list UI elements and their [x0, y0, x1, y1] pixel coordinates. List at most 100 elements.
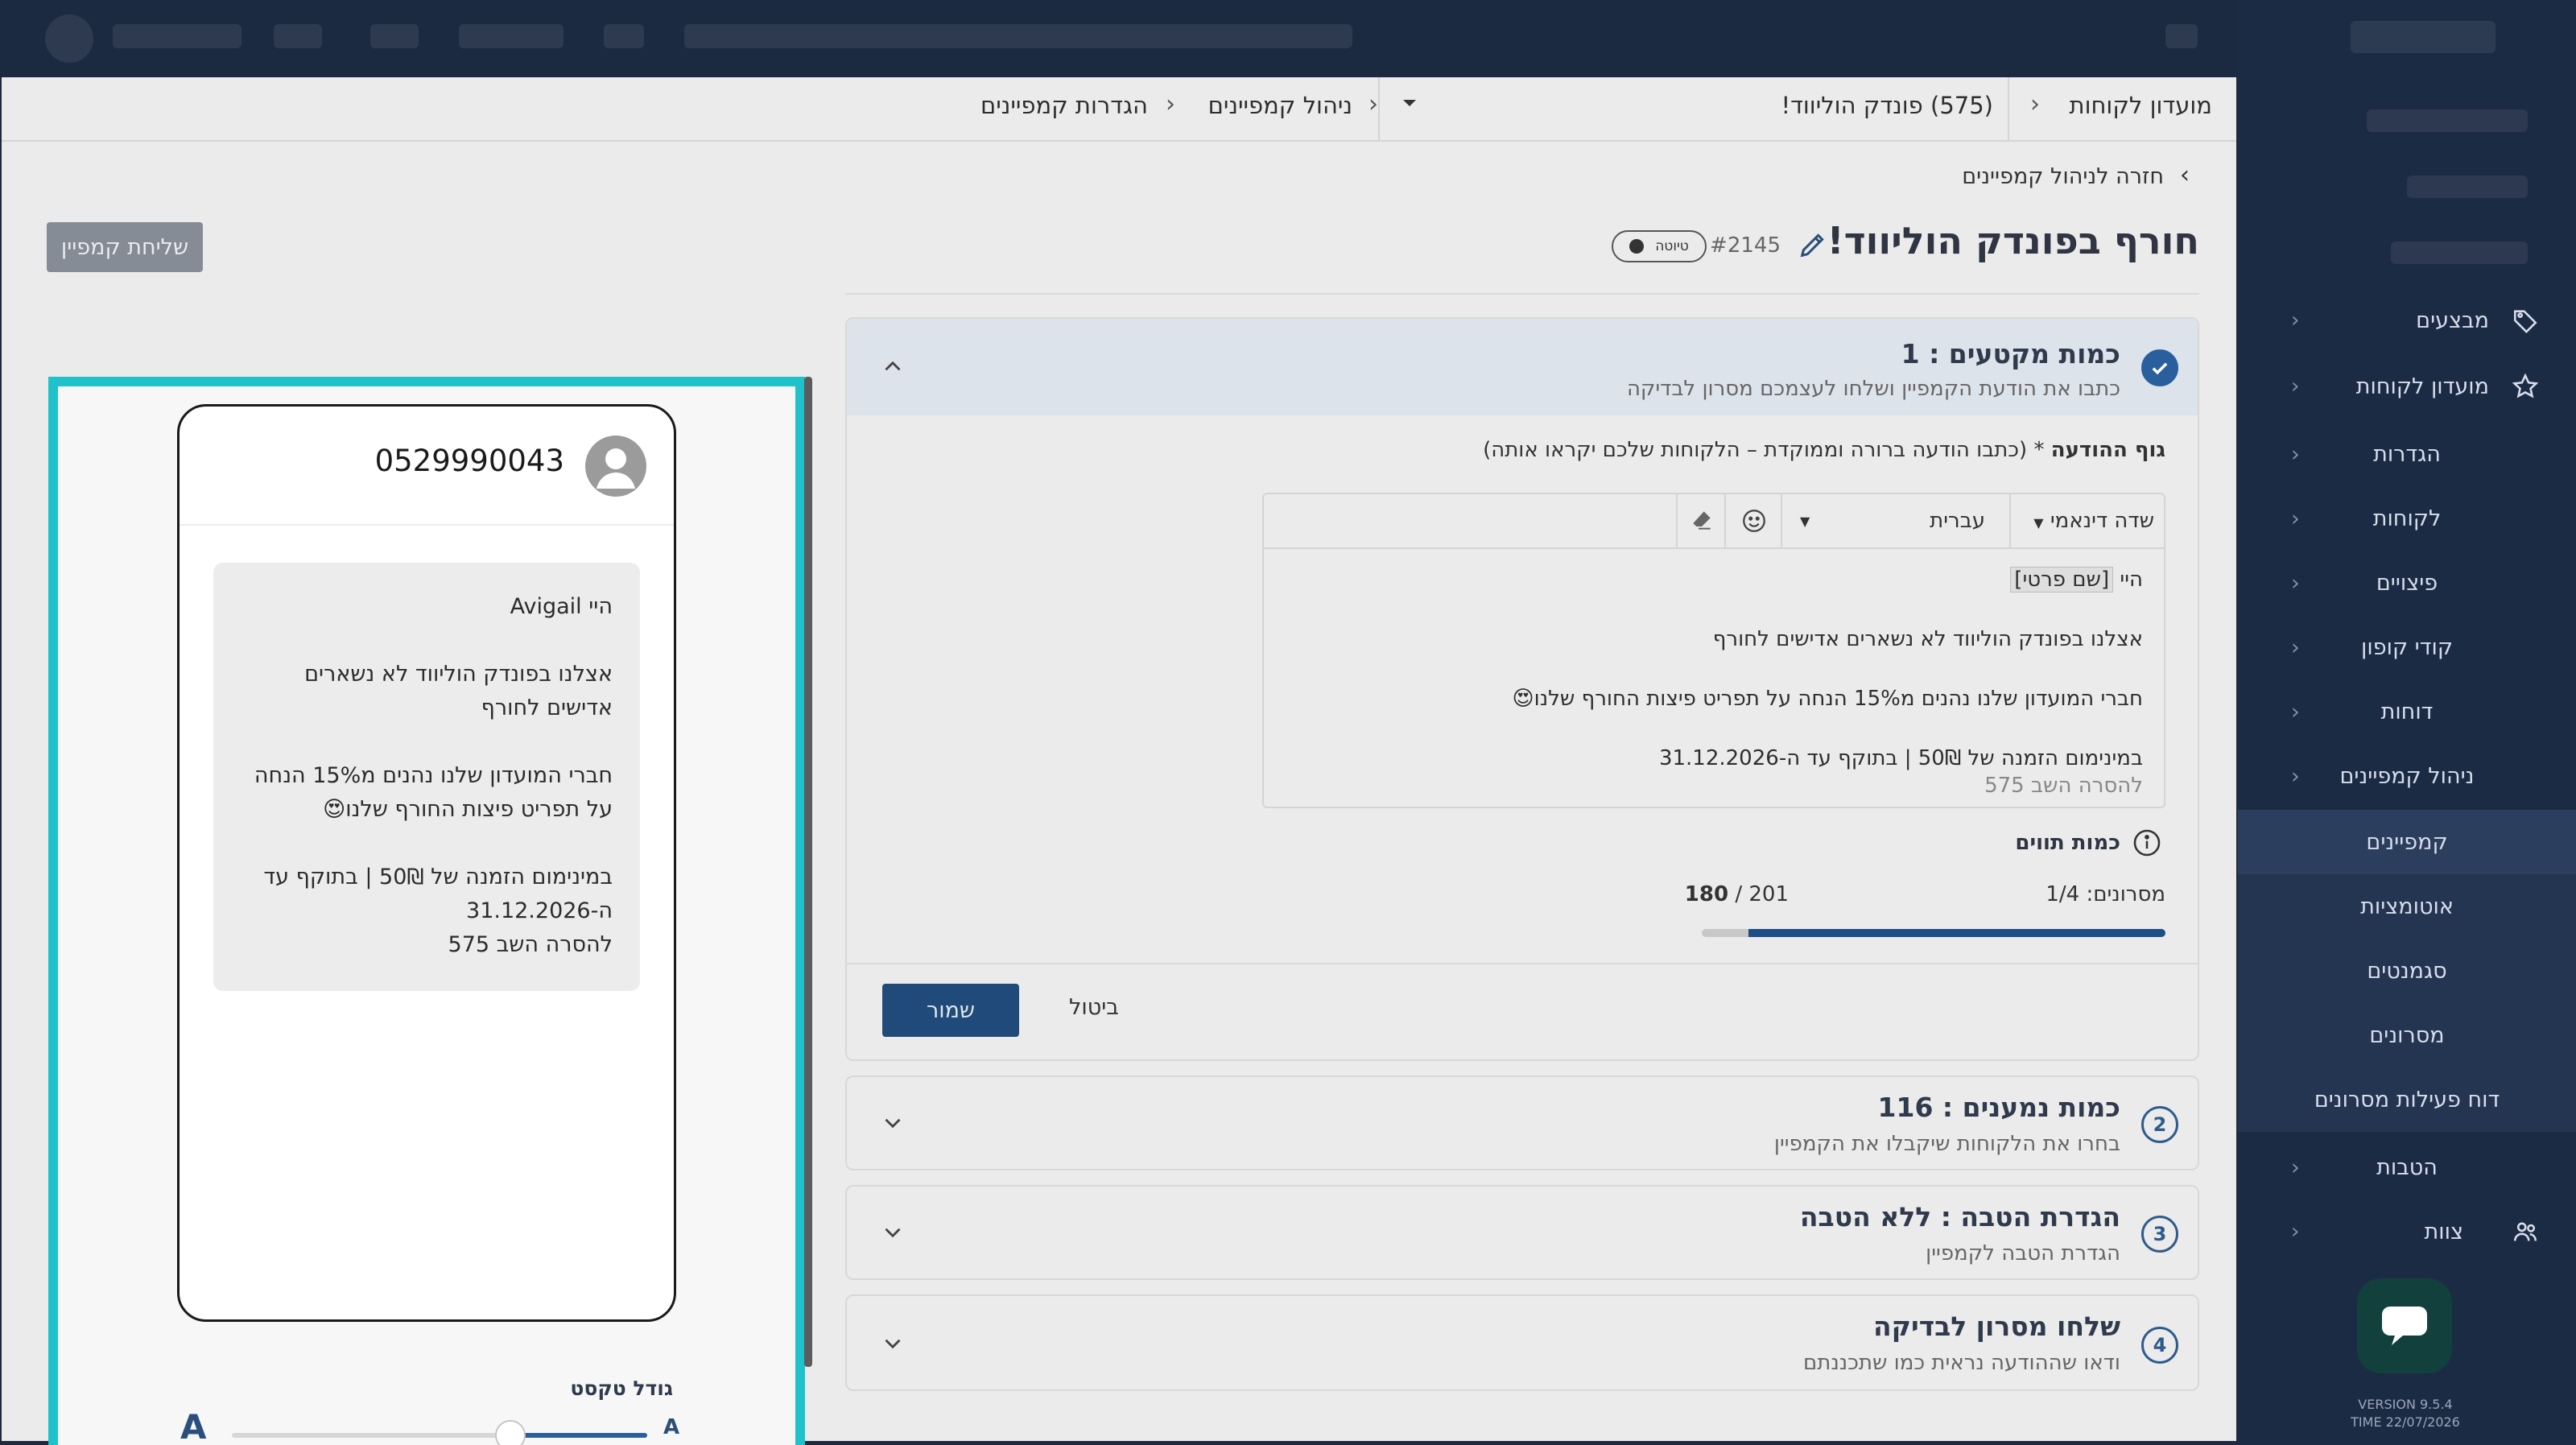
message-body-hint: (כתבו הודעה ברורה וממוקדת – הלקוחות שלכם…	[1483, 438, 2028, 462]
dynamic-field-dropdown[interactable]: שדה דינאמי ▼	[2033, 509, 2154, 533]
campaign-number: #2145	[1710, 233, 1781, 258]
caret-down-icon: ▼	[1800, 514, 1810, 529]
chat-button[interactable]	[2357, 1278, 2452, 1373]
chevron-left-icon: ‹	[2291, 634, 2300, 660]
editor-content[interactable]: היי [שם פרטי] אצלנו בפונדק הוליווד לא נש…	[1282, 565, 2143, 798]
step-card-4[interactable]: 4 שלחו מסרון לבדיקה ודאו שההודעה נראית כ…	[845, 1294, 2199, 1391]
pencil-icon[interactable]	[1797, 229, 1829, 261]
step-title: כמות מקטעים : 1	[1901, 338, 2120, 370]
sidebar-sub-segments[interactable]: סגמנטים	[2238, 939, 2576, 1003]
sidebar-sub-campaigns[interactable]: קמפיינים	[2238, 810, 2576, 874]
sidebar-sub-campaign-management[interactable]: ניהול קמפיינים ‹	[2238, 744, 2576, 808]
sidebar-sub-customers[interactable]: לקוחות ‹	[2238, 486, 2576, 551]
preview-greeting: היי Avigail	[510, 594, 613, 619]
preview-unsubscribe: להסרה השב 575	[448, 932, 613, 957]
chevron-up-icon[interactable]	[879, 353, 906, 380]
breadcrumb-club[interactable]: מועדון לקוחות	[2070, 92, 2212, 119]
text-size-slider-thumb[interactable]	[494, 1420, 526, 1445]
step-header-1[interactable]: כמות מקטעים : 1 כתבו את הודעת הקמפיין וש…	[847, 319, 2198, 415]
status-badge: טיוטה	[1612, 230, 1707, 262]
back-to-campaigns-link[interactable]: חזרה לניהול קמפיינים	[1962, 164, 2164, 189]
sidebar-placeholder	[2391, 242, 2528, 264]
scrollbar[interactable]	[804, 377, 812, 1367]
sidebar-sub-sms-activity-report[interactable]: דוח פעילות מסרונים	[2238, 1067, 2576, 1132]
step-title: שלחו מסרון לבדיקה	[1873, 1311, 2120, 1342]
chevron-down-icon[interactable]	[879, 1219, 906, 1246]
chevron-down-icon[interactable]	[879, 1109, 906, 1137]
editor-line-3: במינימום הזמנה של 50₪ | בתוקף עד ה-31.12…	[1658, 746, 2143, 770]
step-subtitle: ודאו שההודעה נראית כמו שתכננתם	[1802, 1351, 2120, 1375]
step-card-1: כמות מקטעים : 1 כתבו את הודעת הקמפיין וש…	[845, 317, 2199, 1061]
step-number: 2	[2141, 1106, 2178, 1143]
text-size-small-label: A	[663, 1415, 680, 1439]
info-icon[interactable]	[2132, 828, 2162, 858]
sidebar-item-label: צוות	[2424, 1219, 2463, 1245]
sidebar-sub-automations[interactable]: אוטומציות	[2238, 874, 2576, 939]
campaign-selector[interactable]: (575) פונדק הוליווד!	[1378, 77, 2009, 142]
chevron-left-icon: ‹	[2291, 308, 2300, 332]
editor-toolbar: שדה דינאמי ▼ עברית ▼	[1264, 494, 2164, 549]
chevron-left-icon: ‹	[2291, 1220, 2300, 1244]
top-bar-placeholder	[459, 24, 564, 48]
sidebar-sub-sms[interactable]: מסרונים	[2238, 1003, 2576, 1067]
cancel-button[interactable]: ביטול	[1069, 995, 1119, 1020]
top-bar-placeholder	[604, 24, 644, 48]
divider	[2009, 494, 2011, 549]
sidebar-item-promotions[interactable]: מבצעים ‹	[2238, 288, 2576, 353]
message-body-title: גוף ההודעה	[2050, 438, 2165, 462]
sidebar-sub-settings[interactable]: הגדרות ‹	[2238, 422, 2576, 486]
sidebar-sub-label: הטבות	[2376, 1154, 2438, 1180]
breadcrumb-campaign-management[interactable]: ניהול קמפיינים	[1208, 92, 1352, 119]
caret-down-icon: ▼	[2033, 515, 2044, 531]
sidebar-sub-label: סגמנטים	[2367, 958, 2447, 984]
divider	[847, 963, 2198, 964]
eraser-icon[interactable]	[1689, 507, 1715, 539]
status-dot-icon	[1629, 239, 1645, 254]
sidebar-item-customer-club[interactable]: מועדון לקוחות ‹	[2238, 354, 2576, 419]
chevron-left-icon: ‹	[2291, 506, 2300, 531]
message-editor[interactable]: שדה דינאמי ▼ עברית ▼ היי [שם פרטי] אצלנו…	[1262, 493, 2165, 808]
step-card-2[interactable]: 2 כמות נמענים : 116 בחרו את הלקוחות שיקב…	[845, 1075, 2199, 1170]
check-icon	[2141, 349, 2178, 386]
chevron-down-icon	[1401, 97, 1418, 113]
language-dropdown[interactable]: עברית ▼	[1800, 509, 1985, 533]
phone-preview: 0529990043 היי Avigail אצלנו בפונדק הולי…	[177, 404, 676, 1322]
top-bar	[0, 0, 2576, 77]
step-title: כמות נמענים : 116	[1877, 1092, 2120, 1123]
language-label: עברית	[1930, 509, 1985, 533]
sidebar-sub-benefits[interactable]: הטבות ‹	[2238, 1135, 2576, 1199]
required-mark: *	[2027, 438, 2051, 462]
step-card-3[interactable]: 3 הגדרת הטבה : ללא הטבה הגדרת הטבה לקמפי…	[845, 1185, 2199, 1280]
status-label: טיוטה	[1655, 238, 1689, 254]
emoji-icon[interactable]	[1740, 507, 1768, 540]
sidebar-sub-label: לקוחות	[2372, 506, 2442, 531]
text-size-slider-fill	[510, 1433, 647, 1438]
sidebar-item-team[interactable]: צוות ‹	[2238, 1199, 2576, 1264]
top-bar-placeholder	[370, 24, 419, 48]
chevron-down-icon[interactable]	[879, 1330, 906, 1357]
step-subtitle: כתבו את הודעת הקמפיין ושלחו לעצמכם מסרון…	[1626, 377, 2120, 401]
first-name-tag[interactable]: [שם פרטי]	[2010, 567, 2114, 592]
text-size-slider[interactable]	[232, 1433, 647, 1438]
sidebar-sub-reports[interactable]: דוחות ‹	[2238, 679, 2576, 744]
step-title: הגדרת הטבה : ללא הטבה	[1799, 1201, 2120, 1232]
top-bar-placeholder	[2165, 24, 2198, 48]
chevron-left-icon: ‹	[1166, 90, 1175, 118]
step-number: 3	[2141, 1216, 2178, 1253]
time-label: TIME 22/07/2026	[2351, 1414, 2460, 1430]
page-title: חורף בפונדק הוליווד!	[1827, 219, 2199, 262]
breadcrumb-campaign: (575) פונדק הוליווד!	[1781, 92, 1993, 119]
sidebar-sub-compensation[interactable]: פיצויים ‹	[2238, 551, 2576, 615]
sidebar-sub-coupons[interactable]: קודי קופון ‹	[2238, 615, 2576, 679]
send-campaign-button[interactable]: שליחת קמפיין	[47, 222, 203, 272]
version-info: VERSION 9.5.4 TIME 22/07/2026	[2333, 1396, 2478, 1431]
sidebar: מבצעים ‹ מועדון לקוחות ‹ הגדרות ‹ לקוחות ‹…	[2238, 0, 2576, 1445]
chevron-left-icon: ‹	[2291, 1154, 2300, 1180]
top-bar-placeholder	[45, 14, 93, 63]
save-button[interactable]: שמור	[882, 984, 1019, 1037]
characters-total: 201	[1748, 882, 1789, 906]
editor-line-2: חברי המועדון שלנו נהנים מ15% הנחה על תפר…	[1512, 687, 2143, 711]
dynamic-field-label: שדה דינאמי	[2050, 509, 2154, 533]
phone-header: 0529990043	[180, 407, 674, 526]
sidebar-sub-label: מסרונים	[2369, 1022, 2445, 1048]
